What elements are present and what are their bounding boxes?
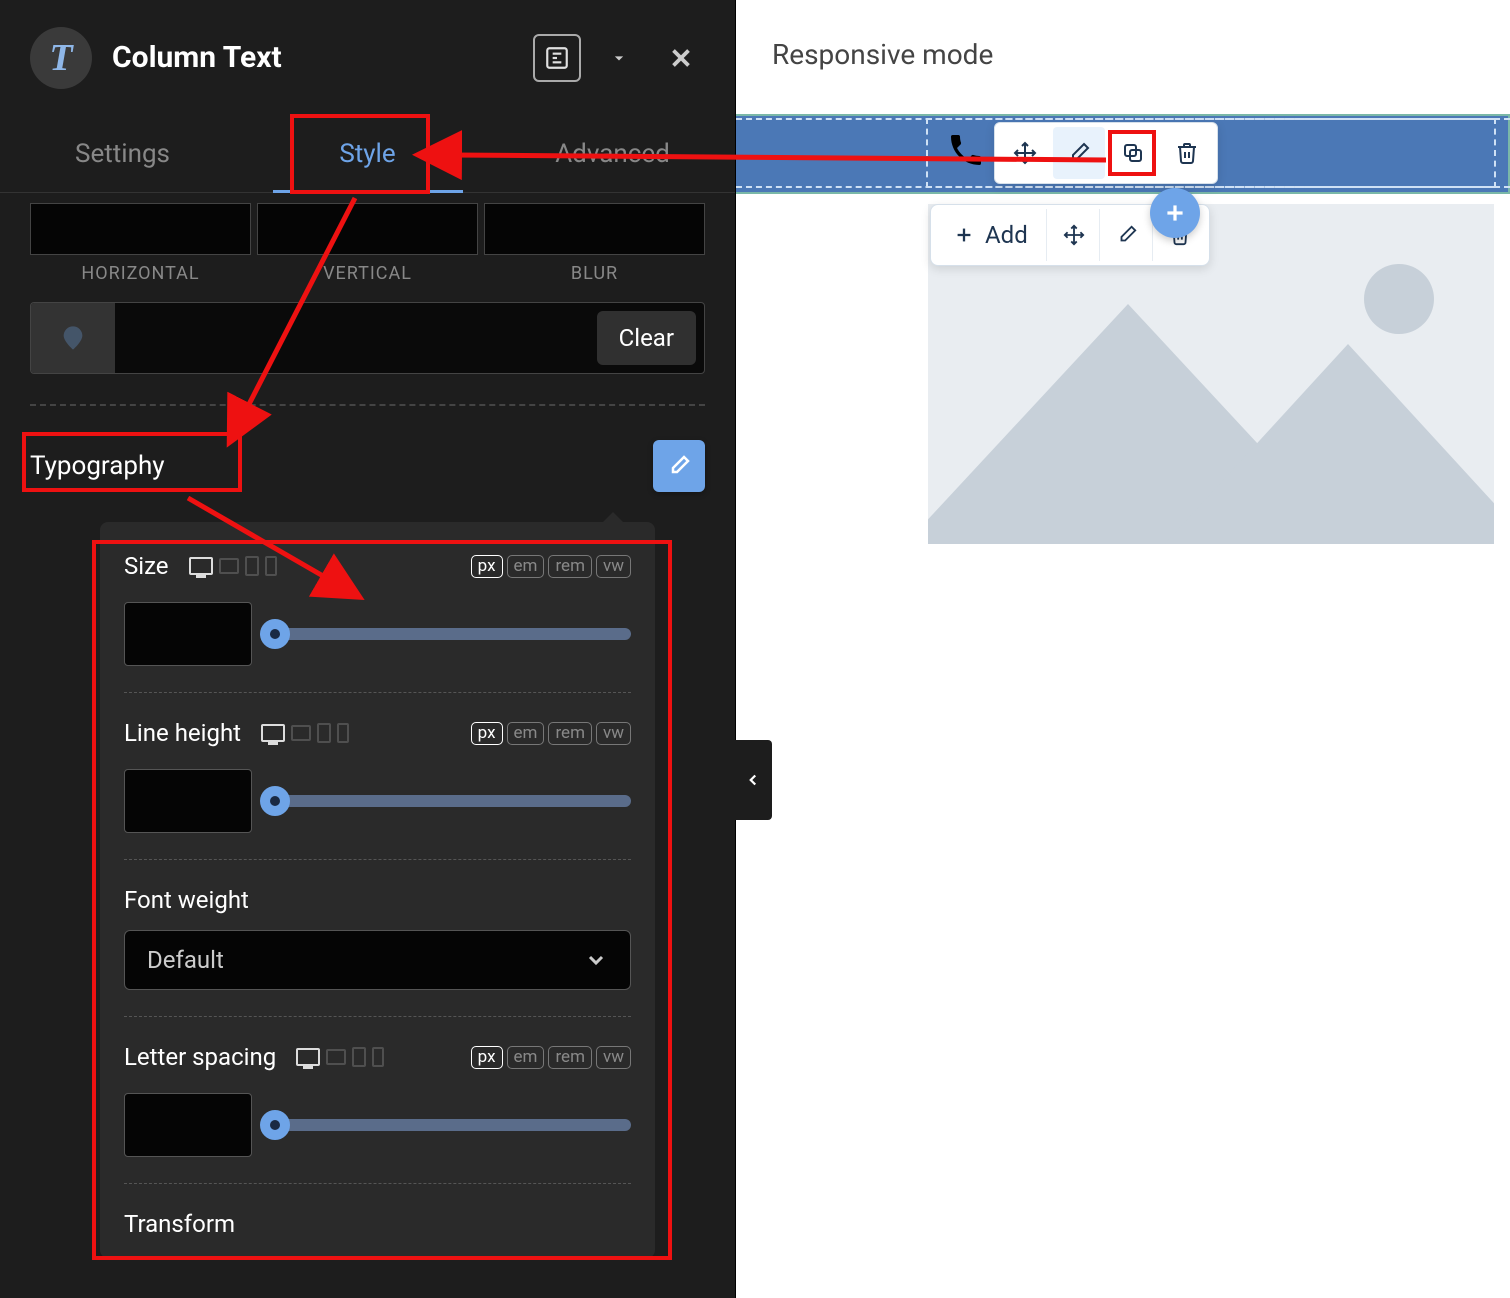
- typography-edit-button[interactable]: [653, 440, 705, 492]
- line-height-label: Line height: [124, 719, 241, 747]
- panel-header-actions: [533, 34, 705, 82]
- unit-px[interactable]: px: [471, 555, 503, 578]
- lineheight-number-input[interactable]: [124, 769, 252, 833]
- unit-vw[interactable]: vw: [596, 555, 631, 578]
- element-type-badge: T: [30, 27, 92, 89]
- device-laptop-icon[interactable]: [326, 1049, 346, 1065]
- panel-header: T Column Text: [0, 0, 735, 116]
- unit-px[interactable]: px: [471, 722, 503, 745]
- lineheight-slider[interactable]: [266, 795, 631, 807]
- close-icon[interactable]: [657, 34, 705, 82]
- shadow-blur-input[interactable]: [484, 203, 705, 255]
- typography-fontweight-row: Font weight Default: [124, 886, 631, 1017]
- tab-advanced[interactable]: Advanced: [490, 116, 735, 192]
- unit-em[interactable]: em: [507, 722, 545, 745]
- device-desktop-icon[interactable]: [296, 1048, 320, 1066]
- device-desktop-icon[interactable]: [189, 557, 213, 575]
- device-laptop-icon[interactable]: [291, 725, 311, 741]
- unit-rem[interactable]: rem: [548, 1046, 592, 1069]
- lineheight-device-icons[interactable]: [261, 723, 349, 743]
- phone-icon: [946, 130, 986, 170]
- responsive-mode-label: Responsive mode: [772, 38, 993, 71]
- device-desktop-icon[interactable]: [261, 724, 285, 742]
- typography-popover: Size px em rem vw: [100, 522, 655, 1258]
- slider-thumb[interactable]: [260, 786, 290, 816]
- letter-spacing-label: Letter spacing: [124, 1043, 276, 1071]
- device-tablet-icon[interactable]: [317, 723, 331, 743]
- delete-icon[interactable]: [1161, 127, 1213, 179]
- letterspacing-slider[interactable]: [266, 1119, 631, 1131]
- typography-size-row: Size px em rem vw: [124, 552, 631, 693]
- slider-thumb[interactable]: [260, 1110, 290, 1140]
- shadow-color-swatch[interactable]: [31, 303, 115, 373]
- preview-pane: Responsive mode: [735, 0, 1510, 1298]
- size-units: px em rem vw: [471, 555, 631, 578]
- typography-section-header: Typography: [30, 440, 705, 492]
- device-tablet-icon[interactable]: [352, 1047, 366, 1067]
- unit-vw[interactable]: vw: [596, 722, 631, 745]
- duplicate-icon[interactable]: [1107, 127, 1159, 179]
- letterspacing-device-icons[interactable]: [296, 1047, 384, 1067]
- device-tablet-icon[interactable]: [245, 556, 259, 576]
- shadow-label-blur: BLUR: [484, 263, 705, 284]
- tab-style[interactable]: Style: [245, 116, 490, 192]
- settings-toggle-icon[interactable]: [533, 34, 581, 82]
- typography-letterspacing-row: Letter spacing px em rem vw: [124, 1043, 631, 1184]
- widget-toolbar: [994, 122, 1218, 184]
- add-label: Add: [985, 221, 1028, 249]
- shadow-label-vertical: VERTICAL: [257, 263, 478, 284]
- chevron-down-icon: [584, 948, 608, 972]
- shadow-horizontal-input[interactable]: [30, 203, 251, 255]
- unit-em[interactable]: em: [507, 1046, 545, 1069]
- panel-title: Column Text: [112, 40, 513, 75]
- panel-body: HORIZONTAL VERTICAL BLUR Clear Typograph…: [0, 193, 735, 1298]
- unit-rem[interactable]: rem: [548, 722, 592, 745]
- section-divider: [30, 404, 705, 406]
- collapse-panel-button[interactable]: [734, 740, 772, 820]
- transform-label: Transform: [124, 1210, 235, 1238]
- shadow-input-labels: HORIZONTAL VERTICAL BLUR: [30, 263, 705, 284]
- font-weight-value: Default: [147, 946, 224, 974]
- edit-pencil-icon[interactable]: [1053, 127, 1105, 179]
- typography-title: Typography: [30, 451, 165, 481]
- slider-thumb[interactable]: [260, 619, 290, 649]
- add-fab-button[interactable]: [1150, 188, 1200, 238]
- style-panel: T Column Text Settings Style Advanced: [0, 0, 735, 1298]
- unit-px[interactable]: px: [471, 1046, 503, 1069]
- letterspacing-units: px em rem vw: [471, 1046, 631, 1069]
- shadow-label-horizontal: HORIZONTAL: [30, 263, 251, 284]
- unit-em[interactable]: em: [507, 555, 545, 578]
- size-label: Size: [124, 552, 169, 580]
- font-weight-label: Font weight: [124, 886, 249, 914]
- lineheight-units: px em rem vw: [471, 722, 631, 745]
- add-button[interactable]: Add: [935, 209, 1047, 261]
- device-mobile-icon[interactable]: [372, 1047, 384, 1067]
- device-mobile-icon[interactable]: [265, 556, 277, 576]
- size-slider[interactable]: [266, 628, 631, 640]
- device-mobile-icon[interactable]: [337, 723, 349, 743]
- typography-lineheight-row: Line height px em rem vw: [124, 719, 631, 860]
- tab-settings[interactable]: Settings: [0, 116, 245, 192]
- device-laptop-icon[interactable]: [219, 558, 239, 574]
- edit-pencil-icon[interactable]: [1102, 209, 1153, 261]
- move-icon[interactable]: [999, 127, 1051, 179]
- panel-tabs: Settings Style Advanced: [0, 116, 735, 193]
- shadow-number-inputs: [30, 203, 705, 255]
- move-icon[interactable]: [1049, 209, 1100, 261]
- letterspacing-number-input[interactable]: [124, 1093, 252, 1157]
- clear-button[interactable]: Clear: [597, 311, 696, 365]
- unit-vw[interactable]: vw: [596, 1046, 631, 1069]
- shadow-vertical-input[interactable]: [257, 203, 478, 255]
- size-device-icons[interactable]: [189, 556, 277, 576]
- unit-rem[interactable]: rem: [548, 555, 592, 578]
- typography-transform-row: Transform: [124, 1210, 631, 1248]
- dropdown-caret-icon[interactable]: [595, 34, 643, 82]
- size-number-input[interactable]: [124, 602, 252, 666]
- shadow-color-row: Clear: [30, 302, 705, 374]
- font-weight-select[interactable]: Default: [124, 930, 631, 990]
